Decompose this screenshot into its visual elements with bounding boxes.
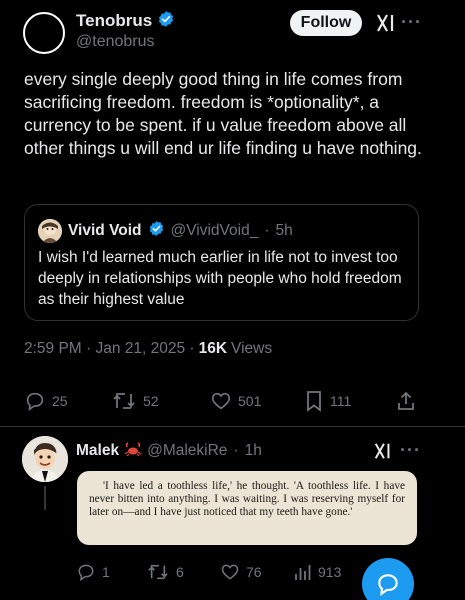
quote-author-avatar[interactable] xyxy=(38,219,62,243)
reply-repost-count: 6 xyxy=(176,564,184,580)
like-icon xyxy=(211,392,231,410)
follow-button[interactable]: Follow xyxy=(290,10,362,36)
reply-separator: · xyxy=(233,442,239,459)
author-name[interactable]: Tenobrus xyxy=(76,11,152,31)
reply-author-name[interactable]: Malek xyxy=(76,442,119,460)
reply-button[interactable]: 25 xyxy=(24,390,68,412)
views-icon xyxy=(295,565,311,580)
reply-time[interactable]: 1h xyxy=(245,442,262,460)
tweet-timestamp[interactable]: 2:59 PM · Jan 21, 2025 · xyxy=(24,340,195,358)
xai-grok-icon[interactable] xyxy=(375,12,397,39)
author-avatar[interactable] xyxy=(23,12,65,54)
author-handle[interactable]: @tenobrus xyxy=(76,33,155,51)
quote-time[interactable]: 5h xyxy=(276,222,293,240)
bookmark-icon xyxy=(307,391,321,412)
reply-count: 25 xyxy=(52,393,68,409)
share-icon xyxy=(398,391,414,410)
share-button[interactable] xyxy=(396,390,416,412)
quote-author-row[interactable]: Vivid Void @VividVoid_ · 5h xyxy=(68,220,293,242)
repost-icon xyxy=(148,564,168,580)
like-count: 501 xyxy=(238,393,262,409)
verified-badge-icon xyxy=(148,220,165,242)
book-excerpt-text: 'I have led a toothless life,' he though… xyxy=(89,480,405,518)
more-options-button[interactable]: ··· xyxy=(401,12,422,33)
reply-like-count: 76 xyxy=(246,564,262,580)
crab-emoji-icon xyxy=(124,441,142,461)
reply-like-button[interactable]: 76 xyxy=(220,562,262,582)
repost-count: 52 xyxy=(143,393,159,409)
verified-badge-icon xyxy=(157,10,175,33)
reply-icon xyxy=(78,564,94,582)
quote-text: I wish I'd learned much earlier in life … xyxy=(38,249,406,308)
reply-more-options-button[interactable]: ··· xyxy=(400,440,421,461)
bookmark-button[interactable]: 111 xyxy=(304,390,351,412)
reply-reply-count: 1 xyxy=(102,564,110,580)
like-button[interactable]: 501 xyxy=(210,390,261,412)
tweet-meta: 2:59 PM · Jan 21, 2025 · 16K Views xyxy=(24,340,272,358)
bookmark-count: 111 xyxy=(330,393,352,409)
quote-author-name[interactable]: Vivid Void xyxy=(68,222,142,240)
tweet-text: every single deeply good thing in life c… xyxy=(24,69,422,158)
compose-reply-icon xyxy=(378,574,398,597)
reply-attached-image[interactable]: 'I have led a toothless life,' he though… xyxy=(77,471,417,545)
tweet-action-bar: 25 52 501 111 xyxy=(24,388,444,416)
repost-icon xyxy=(113,393,135,409)
xai-grok-icon[interactable] xyxy=(373,441,393,466)
repost-button[interactable]: 52 xyxy=(111,390,159,412)
reply-reply-button[interactable]: 1 xyxy=(76,562,110,582)
views-label: Views xyxy=(231,340,273,357)
reply-author-row[interactable]: Malek @MalekiRe · 1h xyxy=(76,440,262,462)
divider xyxy=(0,426,465,427)
reply-views-count: 913 xyxy=(318,564,342,580)
quote-author-handle[interactable]: @VividVoid_ xyxy=(171,222,259,240)
reply-author-avatar[interactable] xyxy=(22,436,68,482)
quote-separator: · xyxy=(264,222,270,239)
reply-views-button[interactable]: 913 xyxy=(294,562,341,582)
views-count: 16K xyxy=(198,340,228,357)
reply-repost-button[interactable]: 6 xyxy=(146,562,184,582)
like-icon xyxy=(221,564,239,580)
quote-tweet-card[interactable]: Vivid Void @VividVoid_ · 5h I wish I'd l… xyxy=(24,204,419,321)
reply-author-handle[interactable]: @MalekiRe xyxy=(147,442,227,460)
reply-icon xyxy=(26,392,44,411)
thread-line xyxy=(44,486,46,510)
author-name-row[interactable]: Tenobrus xyxy=(76,10,175,32)
